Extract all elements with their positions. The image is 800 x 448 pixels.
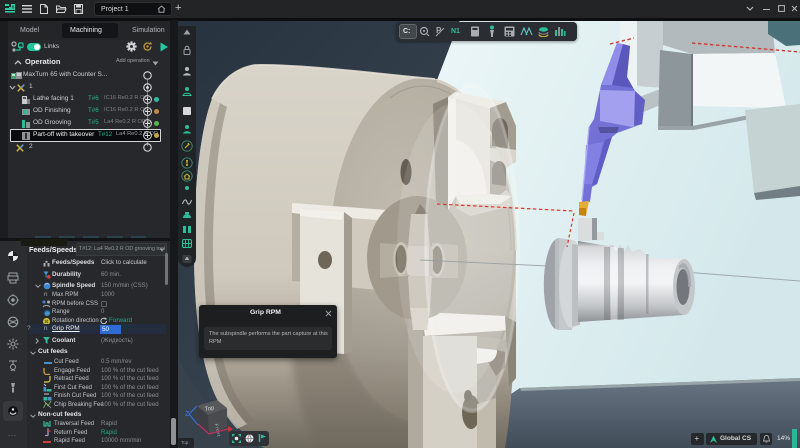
svg-text:Z: Z [185,411,190,418]
